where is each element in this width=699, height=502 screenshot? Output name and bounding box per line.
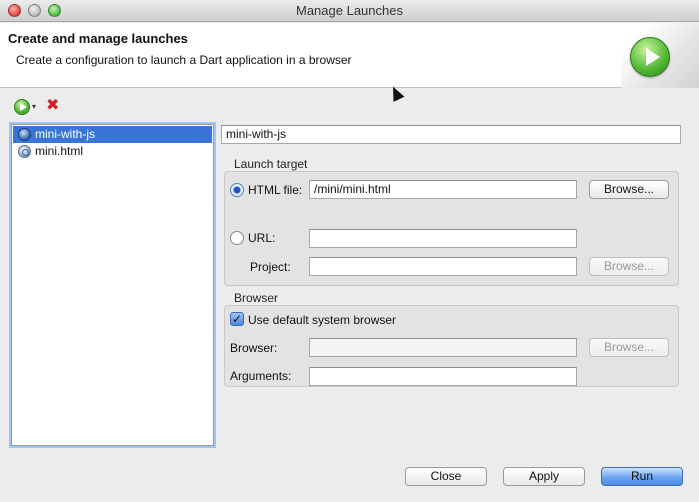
dart-file-icon <box>18 145 31 158</box>
dialog-header: Create and manage launches Create a conf… <box>0 23 699 88</box>
url-label: URL: <box>248 231 276 245</box>
arguments-input[interactable] <box>309 367 577 386</box>
window-minimize-button[interactable] <box>28 4 41 17</box>
header-subtitle: Create a configuration to launch a Dart … <box>16 53 352 67</box>
html-file-label: HTML file: <box>248 183 303 197</box>
project-input[interactable] <box>309 257 577 276</box>
launch-list[interactable]: mini-with-js mini.html <box>11 124 214 446</box>
run-banner-icon <box>630 37 670 77</box>
html-browse-button[interactable]: Browse... <box>589 180 669 199</box>
launch-name-field[interactable]: mini-with-js <box>221 125 681 144</box>
browser-label: Browser: <box>230 341 278 355</box>
delete-x-icon[interactable]: ✖ <box>46 97 59 115</box>
window-titlebar: Manage Launches <box>0 0 699 22</box>
arguments-label: Arguments: <box>230 369 292 383</box>
run-button[interactable]: Run <box>601 467 683 486</box>
html-file-radio[interactable] <box>230 183 244 197</box>
chevron-down-icon[interactable]: ▾ <box>32 102 36 111</box>
window-title: Manage Launches <box>296 3 403 18</box>
run-launch-icon[interactable] <box>14 99 30 115</box>
list-item[interactable]: mini-with-js <box>13 126 212 143</box>
list-item[interactable]: mini.html <box>13 143 212 160</box>
header-title: Create and manage launches <box>8 31 188 46</box>
globe-icon <box>18 128 31 141</box>
list-item-label: mini.html <box>35 144 84 158</box>
url-input[interactable] <box>309 229 577 248</box>
use-default-browser-checkbox[interactable]: ✓ <box>230 312 244 326</box>
launch-target-label: Launch target <box>234 157 308 171</box>
project-label: Project: <box>250 260 291 274</box>
browser-browse-button[interactable]: Browse... <box>589 338 669 357</box>
url-radio[interactable] <box>230 231 244 245</box>
browser-group-label: Browser <box>234 291 279 305</box>
use-default-browser-label: Use default system browser <box>248 313 397 327</box>
project-browse-button[interactable]: Browse... <box>589 257 669 276</box>
window-zoom-button[interactable] <box>48 4 61 17</box>
apply-button[interactable]: Apply <box>503 467 585 486</box>
list-item-label: mini-with-js <box>35 127 95 141</box>
browser-input[interactable] <box>309 338 577 357</box>
close-button[interactable]: Close <box>405 467 487 486</box>
window-close-button[interactable] <box>8 4 21 17</box>
html-file-input[interactable]: /mini/mini.html <box>309 180 577 199</box>
